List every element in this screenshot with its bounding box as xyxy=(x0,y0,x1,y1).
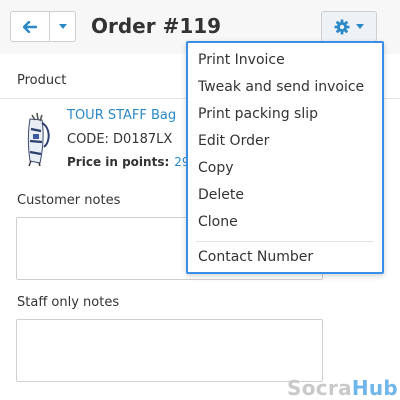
product-name-link[interactable]: TOUR STAFF Bag xyxy=(67,108,176,123)
price-label: Price in points: xyxy=(67,155,170,169)
product-section-label: Product xyxy=(17,73,67,88)
menu-item-print-invoice[interactable]: Print Invoice xyxy=(198,52,285,68)
back-button[interactable] xyxy=(11,12,50,41)
staff-notes-label: Staff only notes xyxy=(17,295,120,310)
back-dropdown-button[interactable] xyxy=(50,12,75,41)
gear-icon xyxy=(334,19,350,34)
back-button-group xyxy=(10,11,76,42)
menu-item-delete[interactable]: Delete xyxy=(198,187,244,203)
menu-item-clone[interactable]: Clone xyxy=(198,214,238,230)
menu-item-tweak-send-invoice[interactable]: Tweak and send invoice xyxy=(198,79,364,95)
settings-dropdown-menu: Print Invoice Tweak and send invoice Pri… xyxy=(186,41,384,274)
watermark-logo: SocraHub xyxy=(287,376,398,400)
arrow-left-icon xyxy=(23,20,37,33)
product-code: CODE: D0187LX xyxy=(67,132,173,147)
chevron-down-icon xyxy=(58,24,67,29)
customer-notes-label: Customer notes xyxy=(17,193,121,208)
menu-item-edit-order[interactable]: Edit Order xyxy=(198,133,269,149)
watermark-part1: Socra xyxy=(287,376,352,400)
staff-notes-field[interactable] xyxy=(16,319,323,382)
page-title: Order #119 xyxy=(91,14,222,38)
menu-item-print-packing-slip[interactable]: Print packing slip xyxy=(198,106,318,122)
menu-item-contact-number[interactable]: Contact Number xyxy=(198,249,313,265)
chevron-down-icon xyxy=(356,24,364,29)
product-price: Price in points:292 xyxy=(67,155,197,169)
watermark-part2: Hub xyxy=(351,376,399,400)
settings-menu-button[interactable] xyxy=(321,11,377,42)
golf-bag-image xyxy=(28,112,50,167)
menu-divider xyxy=(196,241,374,242)
menu-item-copy[interactable]: Copy xyxy=(198,160,234,176)
